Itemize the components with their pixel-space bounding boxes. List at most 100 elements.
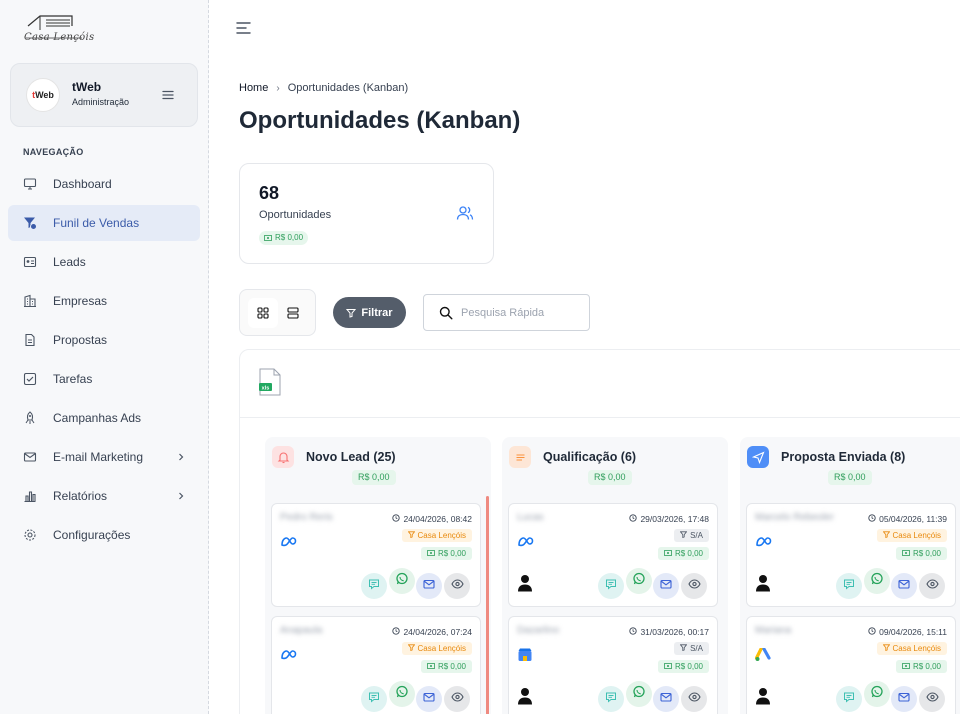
- eye-icon: [925, 690, 939, 708]
- sidebar-item-configuracoes[interactable]: Configurações: [8, 517, 200, 553]
- sidebar-item-tarefas[interactable]: Tarefas: [8, 361, 200, 397]
- lead-company-tag: Casa Lençóis: [876, 529, 947, 542]
- id-card-icon: [23, 256, 37, 268]
- opportunities-stat-card: 68 Oportunidades R$ 0,00: [239, 163, 494, 264]
- whatsapp-button[interactable]: [389, 681, 415, 707]
- whatsapp-button[interactable]: [864, 568, 890, 594]
- sidebar-item-label: Empresas: [53, 294, 108, 308]
- lead-name[interactable]: Marcelo Rebeoler: [755, 512, 834, 523]
- lead-date-text: 05/04/2026, 11:39: [879, 514, 947, 524]
- sidebar-item-label: Dashboard: [53, 177, 112, 191]
- note-button[interactable]: [836, 686, 862, 712]
- whatsapp-button[interactable]: [626, 681, 652, 707]
- note-button[interactable]: [598, 573, 624, 599]
- sidebar-item-e-mail-marketing[interactable]: E-mail Marketing: [8, 439, 200, 475]
- avatar: tWeb: [26, 78, 60, 112]
- sidebar-item-leads[interactable]: Leads: [8, 244, 200, 280]
- lead-value-tag: R$ 0,00: [657, 547, 709, 560]
- view-button[interactable]: [444, 686, 470, 712]
- sidebar-item-dashboard[interactable]: Dashboard: [8, 166, 200, 202]
- lead-date: 24/04/2026, 08:42: [392, 514, 472, 524]
- clock-icon: [868, 514, 876, 524]
- chat-note-icon: [368, 577, 380, 595]
- sidebar-item-label: E-mail Marketing: [53, 450, 144, 464]
- lead-name[interactable]: Dazarlino: [517, 625, 559, 636]
- whatsapp-button[interactable]: [864, 681, 890, 707]
- mail-icon: [898, 690, 910, 708]
- whatsapp-button[interactable]: [389, 568, 415, 594]
- column-scrollbar[interactable]: [486, 496, 489, 714]
- lead-actions: [596, 568, 710, 599]
- filter-icon: [346, 308, 357, 318]
- person-icon: [517, 574, 533, 592]
- user-role: Administração: [72, 97, 130, 107]
- note-button[interactable]: [836, 573, 862, 599]
- breadcrumb-home[interactable]: Home: [239, 82, 268, 94]
- lead-card[interactable]: Dazarlino 31/03/2026, 00:17 S/A R$ 0,00: [508, 616, 718, 714]
- logo-wordmark: Casa Lençóis: [24, 32, 95, 43]
- view-button[interactable]: [919, 686, 945, 712]
- note-button[interactable]: [361, 686, 387, 712]
- mail-icon: [423, 577, 435, 595]
- lead-card[interactable]: Mariana 09/04/2026, 15:11 Casa Lençóis R$ 0…: [746, 616, 956, 714]
- lead-value-tag: R$ 0,00: [420, 660, 472, 673]
- sidebar-item-empresas[interactable]: Empresas: [8, 283, 200, 319]
- eye-icon: [450, 690, 464, 708]
- sidebar-item-label: Tarefas: [53, 372, 93, 386]
- view-button[interactable]: [681, 573, 707, 599]
- bar-chart-icon: [24, 491, 36, 503]
- svg-text:xls: xls: [262, 386, 270, 392]
- email-button[interactable]: [416, 686, 442, 712]
- lead-actions: [596, 681, 710, 712]
- lead-card[interactable]: Marcelo Rebeoler 05/04/2026, 11:39 Casa Le…: [746, 503, 956, 607]
- lead-name[interactable]: Anapaula: [280, 625, 322, 636]
- view-button[interactable]: [681, 686, 707, 712]
- sidebar-item-funil-de-vendas[interactable]: Funil de Vendas: [8, 205, 200, 241]
- lead-date-text: 29/03/2026, 17:48: [640, 514, 709, 524]
- sidebar-item-campanhas-ads[interactable]: Campanhas Ads: [8, 400, 200, 436]
- sidebar-item-relatorios[interactable]: Relatórios: [8, 478, 200, 514]
- column-title: Novo Lead (25): [306, 450, 396, 464]
- grid-icon: [257, 307, 269, 319]
- sidebar-item-label: Campanhas Ads: [53, 411, 142, 425]
- funnel-icon: [24, 217, 37, 230]
- eye-icon: [925, 577, 939, 595]
- view-button[interactable]: [919, 573, 945, 599]
- lead-name[interactable]: Lucas: [517, 512, 544, 523]
- lead-card[interactable]: Anapaula 24/04/2026, 07:24 Casa Lençóis R$ …: [271, 616, 481, 714]
- lead-company-text: Casa Lençóis: [892, 644, 941, 653]
- nav-section-title: NAVEGAÇÃO: [23, 147, 84, 157]
- lead-date-text: 24/04/2026, 08:42: [403, 514, 472, 524]
- note-button[interactable]: [361, 573, 387, 599]
- email-button[interactable]: [891, 573, 917, 599]
- search-input[interactable]: [461, 303, 581, 323]
- sidebar-item-propostas[interactable]: Propostas: [8, 322, 200, 358]
- meta-icon: [280, 648, 298, 662]
- export-excel-icon[interactable]: xls: [258, 368, 282, 396]
- menu-toggle-icon[interactable]: [236, 21, 252, 35]
- email-button[interactable]: [416, 573, 442, 599]
- lead-date: 24/04/2026, 07:24: [392, 627, 472, 637]
- user-menu-icon[interactable]: [161, 88, 175, 102]
- lead-actions: [834, 568, 948, 599]
- lead-value-tag: R$ 0,00: [657, 660, 709, 673]
- lead-card[interactable]: Lucas 29/03/2026, 17:48 S/A R$ 0,00: [508, 503, 718, 607]
- lead-company-tag: S/A: [674, 529, 709, 542]
- filter-button[interactable]: Filtrar: [333, 297, 406, 328]
- email-button[interactable]: [653, 573, 679, 599]
- whatsapp-button[interactable]: [626, 568, 652, 594]
- kanban-view-button[interactable]: [248, 298, 278, 328]
- document-icon: [25, 333, 35, 347]
- email-button[interactable]: [653, 686, 679, 712]
- note-button[interactable]: [598, 686, 624, 712]
- lead-name[interactable]: Mariana: [755, 625, 791, 636]
- opportunities-count: 68: [259, 183, 280, 203]
- lead-company-tag: Casa Lençóis: [401, 642, 472, 655]
- lead-name[interactable]: Pedro Reris: [280, 512, 333, 523]
- list-view-button[interactable]: [278, 298, 308, 328]
- user-name: tWeb: [72, 80, 102, 94]
- view-button[interactable]: [444, 573, 470, 599]
- mail-icon: [660, 690, 672, 708]
- lead-card[interactable]: Pedro Reris 24/04/2026, 08:42 Casa Lençóis…: [271, 503, 481, 607]
- email-button[interactable]: [891, 686, 917, 712]
